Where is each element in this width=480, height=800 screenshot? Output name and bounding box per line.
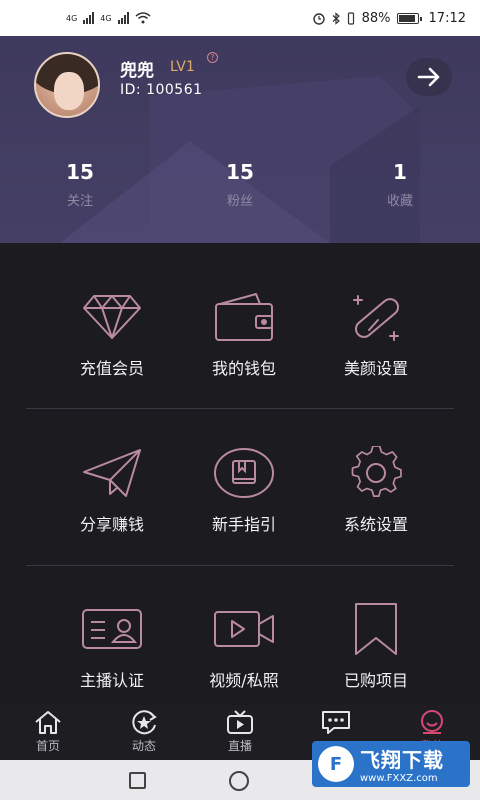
menu-label: 新手指引 xyxy=(211,515,276,534)
video-camera-icon xyxy=(214,611,274,647)
battery-icon xyxy=(396,12,422,24)
avatar[interactable] xyxy=(34,52,100,118)
watermark-title: 飞翔下载 xyxy=(360,748,444,772)
tab-home[interactable]: 首页 xyxy=(8,709,88,754)
id-card-icon xyxy=(82,609,142,649)
menu-recharge-vip[interactable]: 充值会员 xyxy=(42,287,182,379)
menu-share-earn[interactable]: 分享赚钱 xyxy=(42,443,182,535)
stat-label: 粉丝 xyxy=(226,194,253,209)
tab-label: 直播 xyxy=(227,739,252,753)
menu-wallet[interactable]: 我的钱包 xyxy=(174,287,314,379)
arrow-right-icon xyxy=(417,67,440,87)
home-icon xyxy=(35,711,61,734)
level-badge: LV1 xyxy=(170,59,195,75)
tab-label: 动态 xyxy=(131,739,156,753)
tab-moments[interactable]: 动态 xyxy=(104,709,184,754)
bluetooth-icon xyxy=(332,11,340,25)
tab-messages[interactable] xyxy=(296,709,376,737)
stat-following[interactable]: 15 关注 xyxy=(30,160,130,209)
tab-live[interactable]: 直播 xyxy=(200,709,280,754)
watermark-url: www.FXXZ.com xyxy=(360,773,438,784)
menu-label: 充值会员 xyxy=(79,359,144,378)
wallet-icon xyxy=(215,293,273,341)
menu-video-private-photos[interactable]: 视频/私照 xyxy=(174,599,314,691)
diamond-icon xyxy=(83,295,141,339)
profile-detail-button[interactable] xyxy=(406,58,452,96)
menu-system-settings[interactable]: 系统设置 xyxy=(306,443,446,535)
wifi-icon xyxy=(135,12,151,24)
recent-apps-button[interactable] xyxy=(129,772,146,789)
watermark-logo: F xyxy=(318,746,354,782)
network-type-2: 4G xyxy=(100,13,112,23)
status-bar: 4G 4G 88% 17:12 xyxy=(0,0,480,36)
profile-header: 兜兜 LV1 ? ID: 100561 15 关注 15 粉丝 1 收藏 xyxy=(0,36,480,243)
menu-host-verification[interactable]: 主播认证 xyxy=(42,599,182,691)
star-refresh-icon xyxy=(132,710,157,735)
menu-label: 系统设置 xyxy=(343,515,408,534)
guide-book-icon xyxy=(214,448,274,498)
signal-icon-2 xyxy=(117,12,129,24)
paper-plane-icon xyxy=(83,449,141,497)
level-help-icon[interactable]: ? xyxy=(207,52,218,63)
stat-value: 15 xyxy=(66,160,94,184)
menu-grid: 充值会员 我的钱包 美颜设置 分享赚钱 新手指引 系统设置 主播认证 视频/私照… xyxy=(0,243,480,703)
menu-label: 美颜设置 xyxy=(343,359,408,378)
stat-favorites[interactable]: 1 收藏 xyxy=(350,160,450,209)
menu-label: 已购项目 xyxy=(343,671,408,690)
menu-beginner-guide[interactable]: 新手指引 xyxy=(174,443,314,535)
user-id: ID: 100561 xyxy=(120,82,203,98)
stat-value: 15 xyxy=(226,160,254,184)
vibrate-icon xyxy=(347,11,354,25)
stat-label: 关注 xyxy=(66,194,93,209)
chat-icon xyxy=(322,711,350,734)
network-type-1: 4G xyxy=(66,13,78,23)
divider xyxy=(26,408,454,409)
menu-purchased-items[interactable]: 已购项目 xyxy=(306,599,446,691)
profile-icon xyxy=(421,710,443,734)
status-left: 4G 4G xyxy=(66,12,151,24)
menu-label: 分享赚钱 xyxy=(79,515,144,534)
stat-value: 1 xyxy=(393,160,407,184)
stat-label: 收藏 xyxy=(386,194,413,209)
beauty-pen-icon xyxy=(353,295,400,341)
tv-icon xyxy=(227,710,253,734)
menu-label: 主播认证 xyxy=(79,671,144,690)
divider xyxy=(26,565,454,566)
menu-label: 视频/私照 xyxy=(209,671,279,690)
menu-beauty-settings[interactable]: 美颜设置 xyxy=(306,287,446,379)
battery-percent: 88% xyxy=(361,10,391,26)
clock: 17:12 xyxy=(428,10,466,26)
stat-fans[interactable]: 15 粉丝 xyxy=(190,160,290,209)
home-button[interactable] xyxy=(229,771,249,791)
watermark: F 飞翔下载 www.FXXZ.com xyxy=(312,741,470,787)
tab-label: 首页 xyxy=(35,739,60,753)
username: 兜兜 xyxy=(120,61,154,81)
signal-icon-1 xyxy=(83,12,95,24)
menu-label: 我的钱包 xyxy=(211,359,276,378)
status-right: 88% 17:12 xyxy=(312,11,466,26)
bookmark-icon xyxy=(355,603,397,655)
gear-icon xyxy=(351,446,402,498)
alarm-icon xyxy=(312,13,325,25)
